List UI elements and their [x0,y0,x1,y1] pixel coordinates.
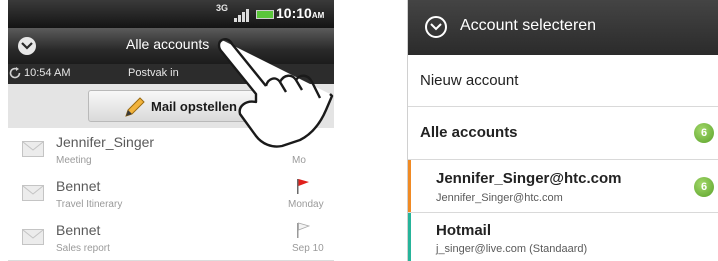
account-bar-title: Alle accounts [126,36,210,52]
flag-outline-icon[interactable] [296,222,310,238]
account-item-hotmail[interactable]: Hotmail j_singer@live.com (Standaard) [408,213,718,261]
mail-date: Sep 10 [292,243,324,254]
unread-count-badge: 6 [694,123,714,143]
flag-icon[interactable] [296,178,310,194]
account-name: Hotmail [436,222,492,239]
left-phone-screen: 3G 10:10AM Alle accounts 10:54 AM Postva… [8,0,334,261]
hand-pointer-icon [217,38,334,148]
dialog-title: Account selecteren [460,17,597,34]
envelope-icon [22,229,44,245]
mail-sender: Bennet [56,222,101,238]
new-account-item[interactable]: Nieuw account [408,55,718,107]
mail-list-item[interactable]: Bennet Sales report Sep 10 [8,216,334,261]
envelope-icon [22,141,44,157]
status-time-suffix: AM [311,11,325,20]
network-type-indicator: 3G [216,3,229,13]
account-email: j_singer@live.com (Standaard) [436,243,588,255]
account-dialog-header: Account selecteren [408,0,718,55]
unread-count-badge: 6 [694,177,714,197]
mail-subject: Meeting [56,155,92,166]
last-sync-time: 10:54 AM [24,67,71,79]
mail-date: Mo [292,155,306,166]
mail-sender: Jennifer_Singer [56,134,155,150]
account-name: Jennifer_Singer@htc.com [436,170,622,187]
signal-icon [234,9,249,22]
account-color-stripe [408,160,411,212]
refresh-icon[interactable] [8,66,22,80]
envelope-icon [22,185,44,201]
mail-subject: Travel Itinerary [56,199,123,210]
pencil-icon [125,97,145,117]
mail-subject: Sales report [56,243,110,254]
folder-label[interactable]: Postvak in [128,67,179,79]
chevron-down-circle-icon [425,16,447,38]
mail-sender: Bennet [56,178,101,194]
account-label: Alle accounts [420,124,518,141]
mail-list-item[interactable]: Bennet Travel Itinerary Monday [8,172,334,217]
account-color-stripe [408,213,411,261]
status-time: 10:10AM [276,5,325,21]
account-item-jennifer[interactable]: Jennifer_Singer@htc.com Jennifer_Singer@… [408,160,718,213]
account-item-all[interactable]: Alle accounts 6 [408,107,718,160]
battery-icon [256,10,274,19]
right-phone-screen: Account selecteren Nieuw account Alle ac… [407,0,718,261]
mail-date: Monday [288,199,324,210]
new-account-label: Nieuw account [420,72,519,89]
status-bar: 3G 10:10AM [8,0,334,28]
account-email: Jennifer_Singer@htc.com [436,192,563,204]
chevron-down-icon [18,37,36,55]
